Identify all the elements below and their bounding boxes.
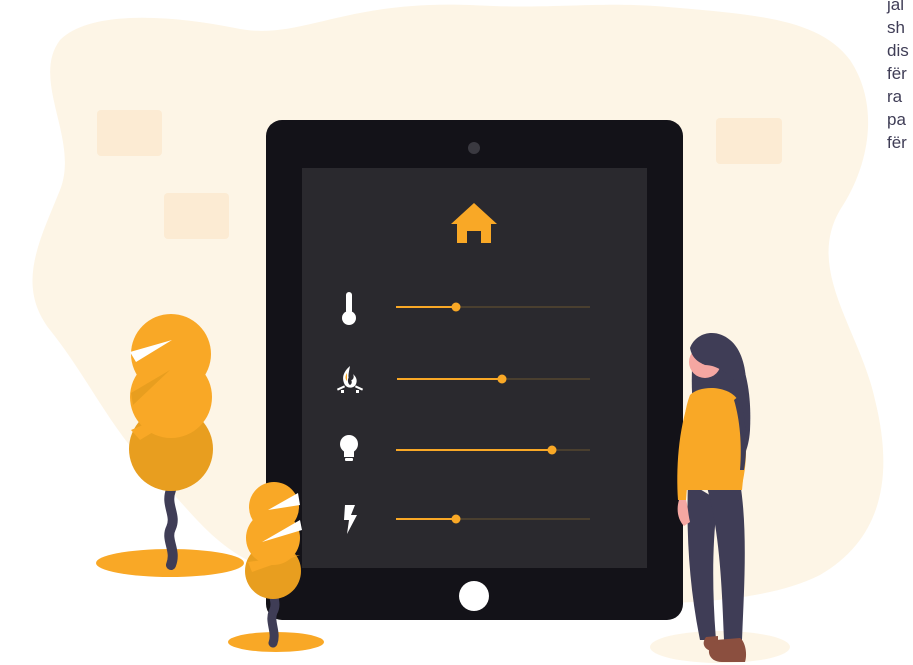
smart-home-illustration	[32, 4, 884, 663]
slider-thumb[interactable]	[497, 374, 507, 384]
side-text-line: pa	[887, 110, 906, 129]
side-text-line: sh	[887, 18, 905, 37]
decor-rect-1	[97, 110, 162, 156]
slider-thumb[interactable]	[547, 445, 557, 455]
slider-thumb[interactable]	[451, 302, 461, 312]
decor-rect-3	[716, 118, 782, 164]
side-text-fragment: jal sh dis fër ra pa fër	[887, 0, 913, 154]
slider-thumb[interactable]	[451, 514, 461, 524]
decor-rect-2	[164, 193, 229, 239]
side-text-line: jal	[887, 0, 905, 14]
tablet-home-button[interactable]	[459, 581, 489, 611]
side-text-line: ra	[887, 87, 903, 106]
side-text-line: dis	[887, 41, 909, 60]
side-text-line: fër	[887, 133, 907, 152]
tablet	[266, 120, 683, 620]
tree-trunk	[164, 485, 178, 570]
tablet-camera	[468, 142, 480, 154]
side-text-line: fër	[887, 64, 907, 83]
